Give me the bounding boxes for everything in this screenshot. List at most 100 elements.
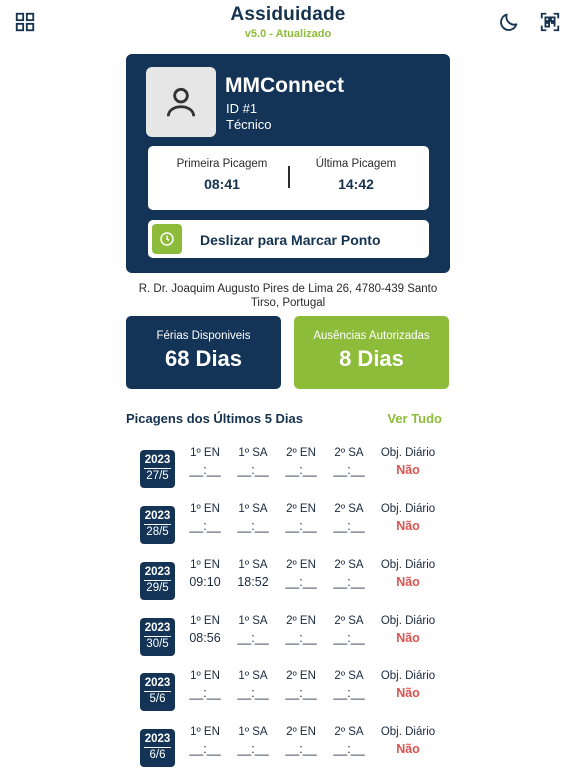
date-day: 29/5 — [146, 582, 169, 594]
slide-to-punch-button[interactable]: Deslizar para Marcar Ponto — [148, 220, 429, 258]
punch-value: 08:56 — [189, 631, 221, 645]
date-badge: 2023 30/5 — [140, 618, 175, 656]
punch-cell: 1º EN 08:56 — [179, 615, 231, 645]
column-header: 1º EN — [190, 670, 220, 682]
top-bar: Assiduidade v5.0 - Atualizado — [0, 0, 576, 48]
column-header: 2º SA — [334, 726, 364, 738]
date-day: 28/5 — [146, 526, 169, 538]
column-header: 2º SA — [334, 559, 364, 571]
vacation-card[interactable]: Férias Disponiveis 68 Dias — [126, 316, 281, 389]
date-day: 30/5 — [146, 638, 169, 650]
punch-cell: 1º EN __:__ — [179, 447, 231, 477]
punch-value: __:__ — [237, 631, 269, 645]
punch-value: __:__ — [237, 519, 269, 533]
punch-cell: 1º SA __:__ — [227, 503, 279, 533]
title-block: Assiduidade v5.0 - Atualizado — [0, 4, 576, 40]
table-row[interactable]: 2023 28/5 1º EN __:__ 1º SA __:__ 2º EN __:__ 2º… — [126, 503, 450, 549]
date-day: 5/6 — [149, 693, 166, 705]
moon-icon[interactable] — [497, 10, 521, 34]
punch-value: __:__ — [285, 631, 317, 645]
column-header: 1º EN — [190, 503, 220, 515]
profile-id: ID #1 — [226, 101, 258, 116]
column-header: 1º SA — [238, 670, 268, 682]
version-label: v5.0 - Atualizado — [244, 28, 332, 40]
table-row[interactable]: 2023 6/6 1º EN __:__ 1º SA __:__ 2º EN __:__ 2º … — [126, 726, 450, 768]
absences-value: 8 Dias — [339, 346, 404, 371]
last-punch-label: Última Picagem — [315, 158, 397, 170]
punch-cell: 1º SA __:__ — [227, 670, 279, 700]
first-punch: Primeira Picagem 08:41 — [162, 158, 282, 192]
date-divider — [144, 636, 171, 637]
punch-cell: 2º EN __:__ — [275, 447, 327, 477]
column-header: 1º SA — [238, 447, 268, 459]
last-punch: Última Picagem 14:42 — [296, 158, 416, 192]
history-title: Picagens dos Últimos 5 Dias — [126, 411, 304, 426]
avatar — [146, 67, 216, 137]
column-header: 2º EN — [286, 726, 316, 738]
column-header: 1º EN — [190, 726, 220, 738]
column-header: 2º EN — [286, 559, 316, 571]
qr-scan-icon[interactable] — [538, 10, 562, 34]
date-divider — [144, 747, 171, 748]
punch-cell: 2º SA __:__ — [323, 670, 375, 700]
column-header: Obj. Diário — [380, 447, 436, 459]
column-header: 1º SA — [238, 726, 268, 738]
date-badge: 2023 6/6 — [140, 729, 175, 767]
punch-value: 18:52 — [237, 575, 269, 589]
column-header: 2º EN — [286, 447, 316, 459]
person-icon — [166, 87, 196, 117]
column-header: Obj. Diário — [380, 726, 436, 738]
clock-icon — [160, 232, 174, 246]
punch-cell: 1º EN __:__ — [179, 670, 231, 700]
column-header: 2º EN — [286, 615, 316, 627]
table-row[interactable]: 2023 29/5 1º EN 09:10 1º SA 18:52 2º EN __:__ 2º… — [126, 559, 450, 605]
punch-cell: 2º EN __:__ — [275, 726, 327, 756]
date-year: 2023 — [144, 733, 171, 745]
daily-goal-value: Não — [396, 742, 420, 756]
slide-handle[interactable] — [152, 224, 182, 254]
table-row[interactable]: 2023 5/6 1º EN __:__ 1º SA __:__ 2º EN __:__ 2º … — [126, 670, 450, 716]
column-header: 2º EN — [286, 670, 316, 682]
table-row[interactable]: 2023 27/5 1º EN __:__ 1º SA __:__ 2º EN __:__ 2º… — [126, 447, 450, 493]
absences-card[interactable]: Ausências Autorizadas 8 Dias — [294, 316, 449, 389]
punch-value: __:__ — [333, 463, 365, 477]
date-year: 2023 — [144, 677, 171, 689]
punch-value: __:__ — [189, 686, 221, 700]
date-day: 6/6 — [149, 749, 166, 761]
punch-value: __:__ — [237, 686, 269, 700]
table-row[interactable]: 2023 30/5 1º EN 08:56 1º SA __:__ 2º EN __:__ 2º… — [126, 615, 450, 661]
slide-label: Deslizar para Marcar Ponto — [200, 232, 381, 248]
date-year: 2023 — [144, 566, 171, 578]
absences-label: Ausências Autorizadas — [313, 330, 430, 342]
punch-cell: 2º SA __:__ — [323, 447, 375, 477]
daily-goal-cell: Obj. Diário Não — [376, 503, 440, 533]
profile-role: Técnico — [226, 117, 272, 132]
date-year: 2023 — [144, 510, 171, 522]
punch-cell: 2º SA __:__ — [323, 615, 375, 645]
daily-goal-cell: Obj. Diário Não — [376, 615, 440, 645]
date-year: 2023 — [144, 454, 171, 466]
date-badge: 2023 28/5 — [140, 506, 175, 544]
column-header: 1º SA — [238, 503, 268, 515]
column-header: 2º EN — [286, 503, 316, 515]
column-header: 2º SA — [334, 615, 364, 627]
vacation-value: 68 Dias — [164, 346, 243, 371]
punch-value: __:__ — [333, 686, 365, 700]
punch-cell: 2º EN __:__ — [275, 503, 327, 533]
punch-cell: 1º EN __:__ — [179, 726, 231, 756]
punch-value: __:__ — [285, 519, 317, 533]
daily-goal-cell: Obj. Diário Não — [376, 670, 440, 700]
date-divider — [144, 524, 171, 525]
punch-cell: 1º SA __:__ — [227, 447, 279, 477]
date-divider — [144, 580, 171, 581]
date-divider — [144, 691, 171, 692]
punch-cell: 1º SA __:__ — [227, 615, 279, 645]
profile-name: MMConnect — [225, 74, 344, 97]
punch-value: __:__ — [285, 463, 317, 477]
date-badge: 2023 5/6 — [140, 673, 175, 711]
see-all-link[interactable]: Ver Tudo — [387, 411, 442, 426]
daily-goal-value: Não — [396, 519, 420, 533]
date-badge: 2023 29/5 — [140, 562, 175, 600]
punch-cell: 2º SA __:__ — [323, 559, 375, 589]
daily-goal-cell: Obj. Diário Não — [376, 447, 440, 477]
